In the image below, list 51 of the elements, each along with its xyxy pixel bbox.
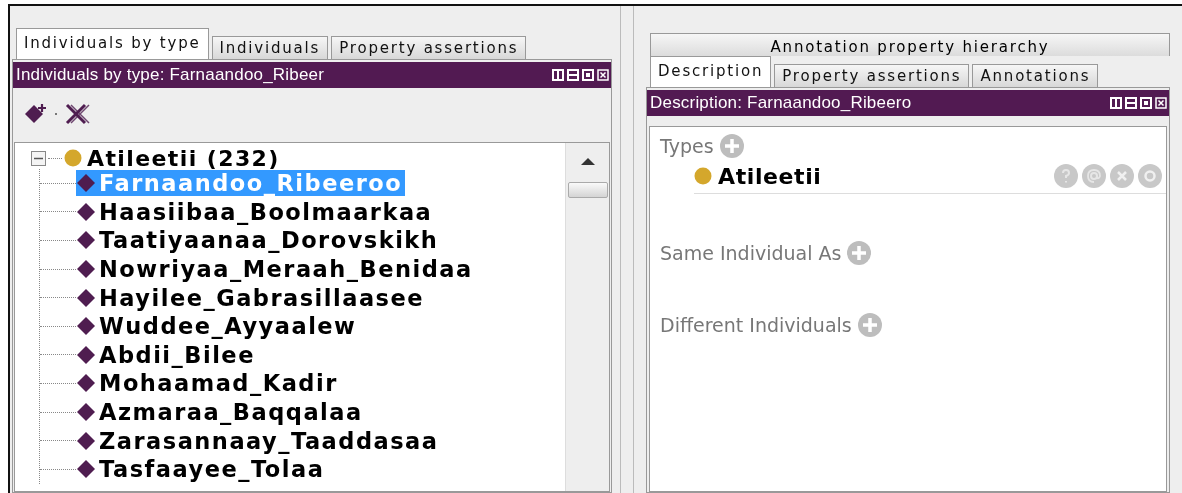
tab[interactable]: Annotation property hierarchy	[650, 33, 1170, 56]
individual-diamond-icon	[76, 287, 96, 308]
collapse-icon[interactable]	[31, 150, 46, 166]
close-icon[interactable]	[1155, 97, 1167, 109]
tree-item[interactable]: Haasiibaa_Boolmaarkaa	[76, 198, 436, 225]
scrollbar[interactable]	[565, 143, 609, 491]
close-icon[interactable]	[597, 69, 609, 81]
section-title: Same Individual As	[660, 242, 842, 264]
tree-item[interactable]: Zarasannaay_Taaddasaa	[76, 427, 442, 454]
class-circle-icon	[694, 167, 712, 185]
minimize-icon[interactable]	[1125, 97, 1137, 109]
split-icon[interactable]	[1110, 97, 1122, 109]
tree-item[interactable]: Azmaraa_Baqqalaa	[76, 399, 366, 426]
individual-diamond-icon	[76, 316, 96, 337]
minimize-icon[interactable]	[567, 69, 579, 81]
individual-diamond-icon	[76, 259, 96, 280]
individual-diamond-icon	[76, 459, 96, 480]
tab[interactable]: Annotations	[972, 64, 1099, 87]
split-icon[interactable]	[552, 69, 564, 81]
tree-item[interactable]: Tasfaayee_Tolaa	[76, 456, 328, 483]
add-individual-icon[interactable]	[23, 103, 47, 125]
type-label: Atileetii	[718, 163, 823, 189]
section-title: Types	[660, 135, 714, 157]
tree-item[interactable]: Wuddee_Ayyaalew	[76, 313, 360, 340]
scroll-thumb[interactable]	[567, 182, 608, 198]
maximize-icon[interactable]	[582, 69, 594, 81]
section-title: Different Individuals	[660, 314, 852, 336]
tab[interactable]: Individuals	[211, 36, 329, 59]
individual-diamond-icon	[76, 173, 96, 194]
tab[interactable]: Individuals by type	[16, 28, 209, 59]
tree-item[interactable]: Hayilee_Gabrasillaasee	[76, 284, 428, 311]
individual-diamond-icon	[76, 430, 96, 451]
individual-diamond-icon	[76, 402, 96, 423]
maximize-icon[interactable]	[1140, 97, 1152, 109]
tree-item[interactable]: Mohaamad_Kadir	[76, 370, 341, 397]
view-title: Description: Farnaandoo_Ribeero	[650, 93, 913, 113]
individual-diamond-icon	[76, 230, 96, 251]
class-circle-icon	[64, 149, 82, 167]
individual-diamond-icon	[76, 344, 96, 365]
individual-diamond-icon	[76, 201, 96, 222]
tab[interactable]: Description	[650, 56, 772, 87]
delete-individual-icon[interactable]	[65, 102, 91, 126]
tab[interactable]: Property assertions	[331, 36, 527, 59]
view-title: Individuals by type: Farnaandoo_Ribeer	[16, 65, 326, 85]
tree-item[interactable]: Abdii_Bilee	[76, 341, 258, 368]
tab[interactable]: Property assertions	[774, 64, 970, 87]
individual-diamond-icon	[76, 373, 96, 394]
tree-node[interactable]: Atileetii (232)	[87, 145, 280, 171]
tree-item[interactable]: Taatiyaanaa_Dorovskikh	[76, 227, 442, 254]
scroll-up-icon[interactable]	[579, 157, 596, 166]
tree-item[interactable]: Nowriyaa_Meraah_Benidaa	[76, 256, 476, 283]
